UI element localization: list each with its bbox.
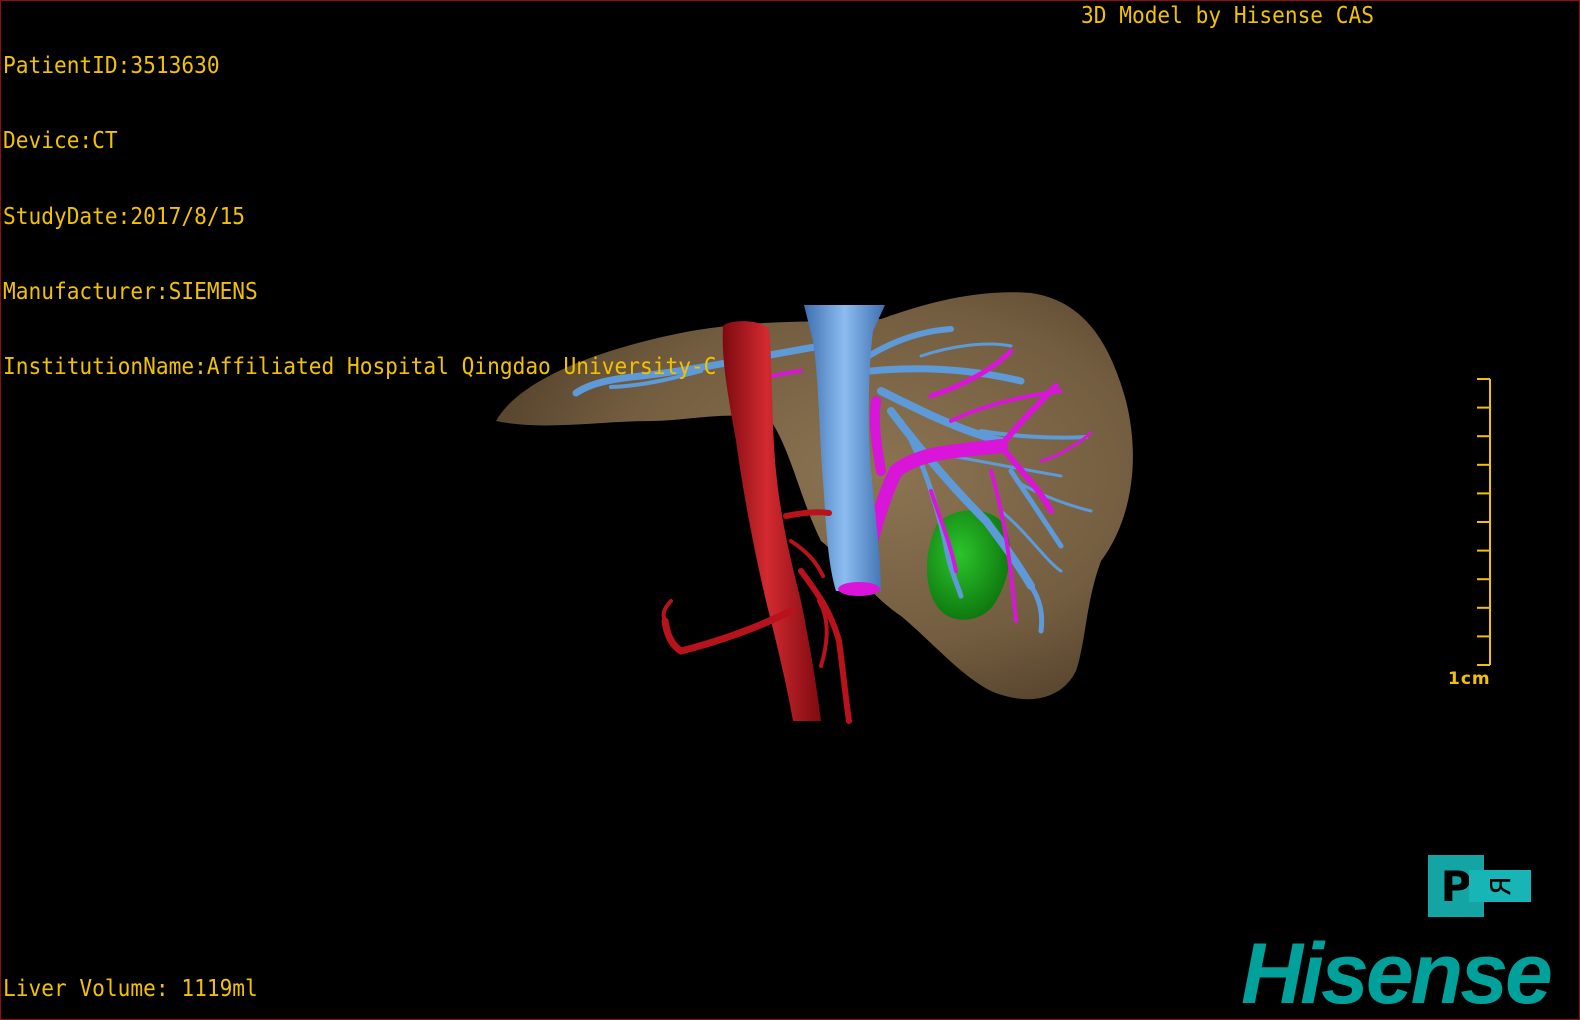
dicom-info: PatientID:3513630 Device:CT StudyDate:20… bbox=[3, 4, 716, 430]
scale-label: 1cm bbox=[1448, 669, 1491, 689]
model-credit: 3D Model by Hisense CAS bbox=[1081, 3, 1375, 29]
institution-name: InstitutionName:Affiliated Hospital Qing… bbox=[3, 354, 717, 381]
orientation-face-right[interactable]: R bbox=[1469, 870, 1531, 902]
patient-id: PatientID:3513630 bbox=[3, 53, 220, 79]
manufacturer: Manufacturer:SIEMENS bbox=[3, 278, 258, 305]
scale-bar bbox=[1477, 378, 1491, 666]
ivc-base bbox=[838, 582, 880, 596]
study-date: StudyDate:2017/8/15 bbox=[3, 203, 246, 230]
device: Device:CT bbox=[3, 128, 118, 155]
liver-volume: Liver Volume: 1119ml bbox=[3, 976, 258, 1002]
orientation-cube[interactable]: P R bbox=[1428, 855, 1531, 917]
3d-viewport[interactable]: PatientID:3513630 Device:CT StudyDate:20… bbox=[0, 0, 1580, 1020]
hisense-logo: Hisense bbox=[1241, 926, 1553, 1020]
